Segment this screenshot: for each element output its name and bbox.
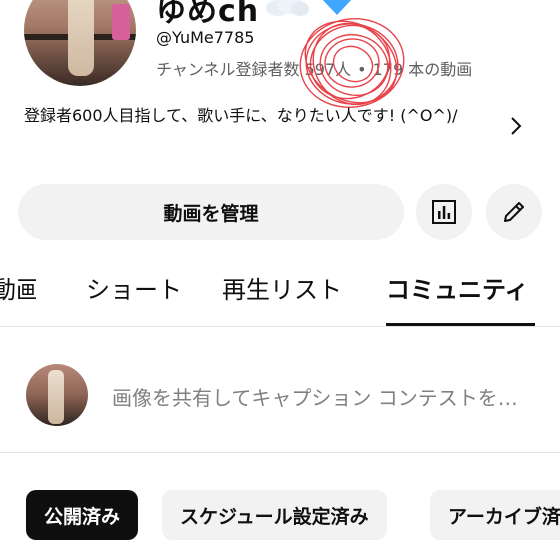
cloud-emoji-icon bbox=[266, 0, 309, 16]
filter-chip-scheduled[interactable]: スケジュール設定済み bbox=[162, 490, 387, 540]
manage-videos-button[interactable]: 動画を管理 bbox=[18, 184, 404, 240]
channel-tabs: 動画 ショート 再生リスト コミュニティ bbox=[0, 262, 560, 326]
channel-name: ゆめch bbox=[156, 0, 260, 29]
edit-channel-button[interactable] bbox=[486, 184, 542, 240]
channel-stats: チャンネル登録者数 597人 • 179 本の動画 bbox=[156, 56, 472, 80]
avatar-photo-item bbox=[112, 4, 130, 40]
avatar-photo-figure bbox=[48, 370, 64, 424]
chevron-right-icon[interactable] bbox=[506, 116, 526, 136]
analytics-button[interactable] bbox=[416, 184, 472, 240]
tab-shorts[interactable]: ショート bbox=[86, 270, 182, 305]
tab-videos[interactable]: 動画 bbox=[0, 270, 36, 305]
video-count: 179 本の動画 bbox=[372, 60, 473, 79]
subscriber-count: チャンネル登録者数 597人 bbox=[156, 60, 352, 79]
divider bbox=[0, 326, 560, 327]
avatar-photo-figure bbox=[68, 0, 94, 76]
composer-avatar bbox=[26, 364, 88, 426]
divider bbox=[0, 452, 560, 453]
tab-playlists[interactable]: 再生リスト bbox=[222, 270, 342, 305]
analytics-icon bbox=[432, 200, 456, 224]
filter-chip-archived[interactable]: アーカイブ済み bbox=[430, 490, 560, 540]
pencil-icon bbox=[504, 202, 524, 222]
blue-heart-icon bbox=[322, 0, 352, 15]
channel-description[interactable]: 登録者600人目指して、歌い手に、なりたい人です! (^O^)/ bbox=[24, 102, 494, 130]
tab-community[interactable]: コミュニティ bbox=[386, 270, 529, 305]
channel-handle: @YuMe7785 bbox=[156, 28, 255, 47]
filter-chip-published[interactable]: 公開済み bbox=[26, 490, 139, 540]
community-post-composer[interactable]: 画像を共有してキャプション コンテストを… bbox=[112, 382, 518, 411]
channel-avatar[interactable] bbox=[24, 0, 136, 86]
stats-separator: • bbox=[357, 60, 367, 79]
